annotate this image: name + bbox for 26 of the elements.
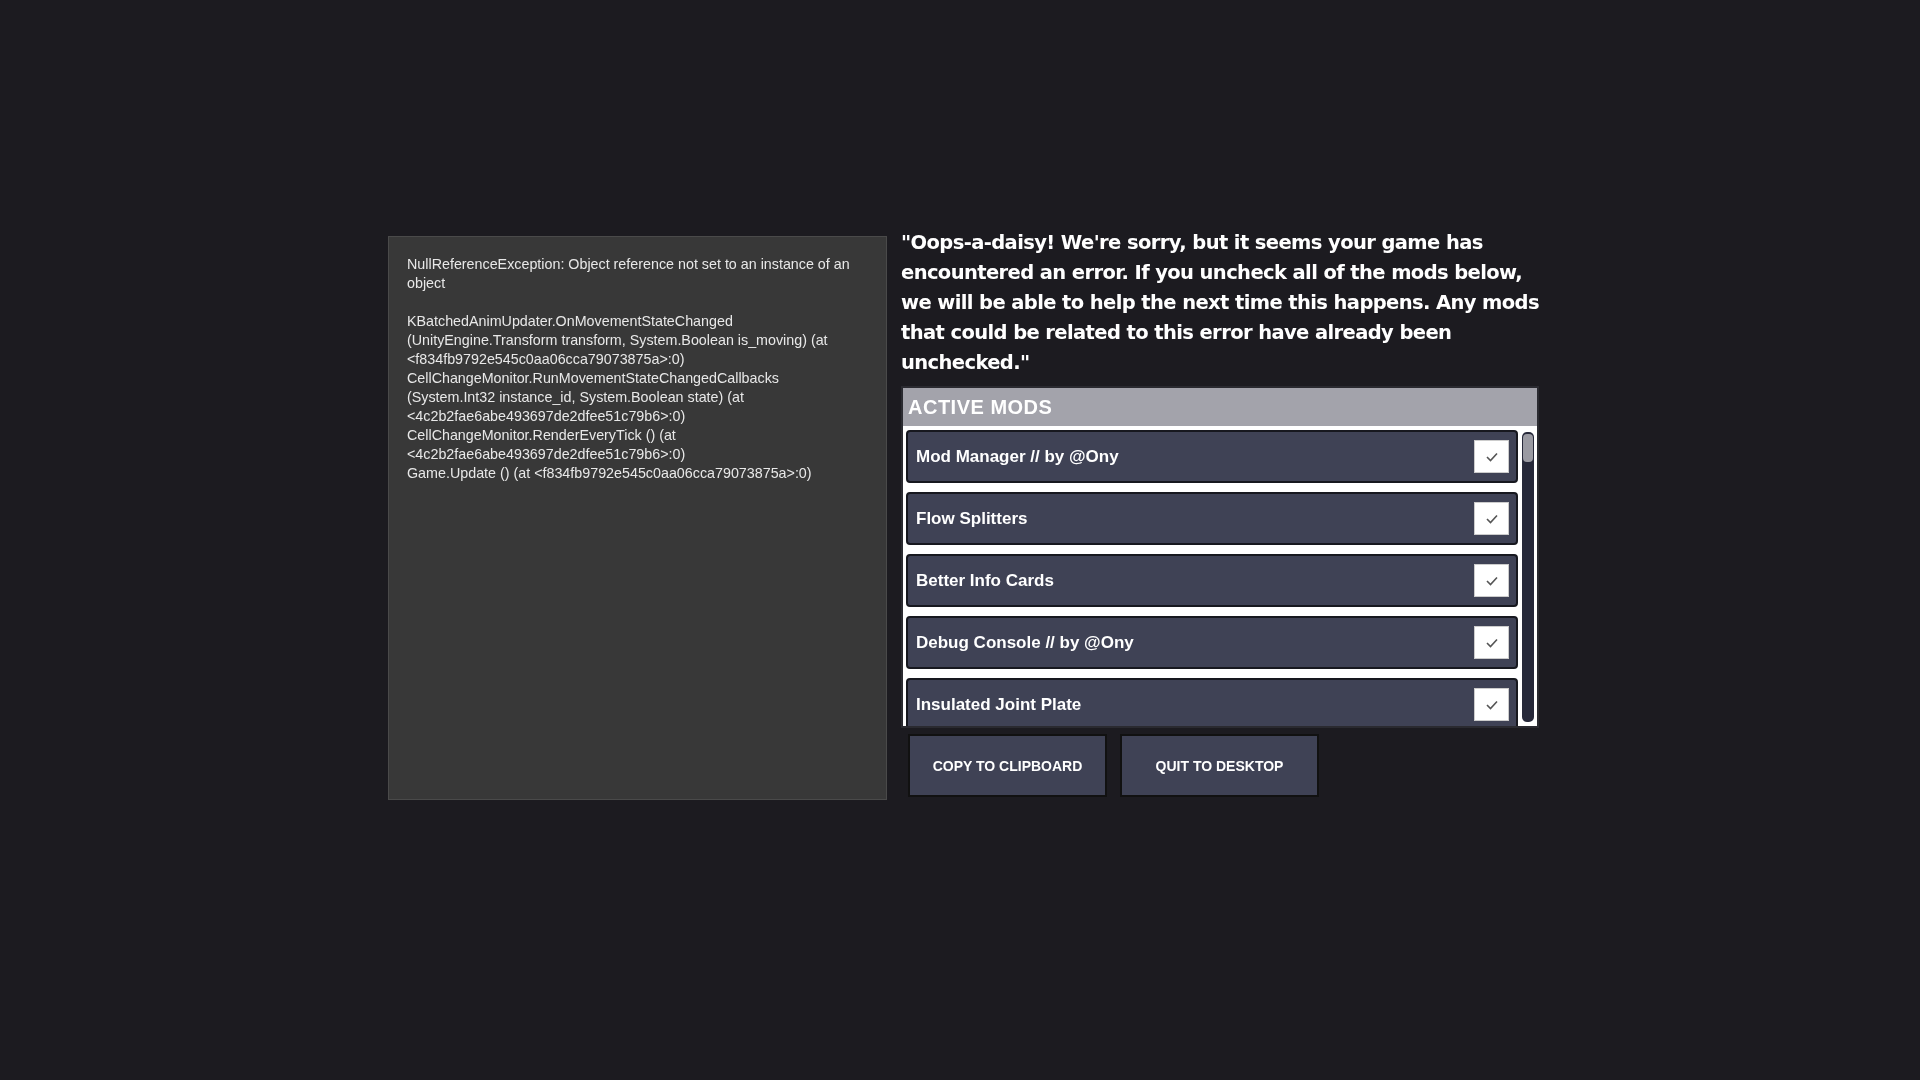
action-button[interactable]: QUIT TO DESKTOP [1120, 734, 1319, 797]
checkbox[interactable] [1474, 440, 1509, 473]
check-icon [1485, 637, 1498, 648]
panel-title: ACTIVE MODS [908, 395, 1053, 419]
scrollbar-thumb[interactable] [1523, 434, 1533, 462]
exception-message: NullReferenceException: Object reference not set to an instance of an object [407, 255, 851, 293]
check-icon [1485, 575, 1498, 586]
stack-trace-line: Game.Update () (at <f834fb9792e545c0aa06cca79073875a>:0) [407, 464, 813, 483]
check-icon [1485, 699, 1498, 710]
stack-trace-line: CellChangeMonitor.RunMovementStateChangedCallbacks (System.Int32 instance_id, System.Boolean state) (at <4c2b2fae6abe493697de2dfee51c79b6>:0) [407, 369, 780, 426]
stack-trace-line: KBatchedAnimUpdater.OnMovementStateChanged (UnityEngine.Transform transform, System.Boolean is_moving) (at <f834fb9792e545c0aa06cca79073875a>:0) [407, 312, 829, 369]
error-apology-message: "Oops-a-daisy! We're sorry, but it seems your game has encountered an error. If you uncheck all of the mods below, we will be able to help the next time this happens. Any mods that could be related to this error have already been unchecked." [901, 230, 1540, 376]
checkbox[interactable] [1474, 502, 1509, 535]
stack-trace-line: CellChangeMonitor.RenderEveryTick () (at <4c2b2fae6abe493697de2dfee51c79b6>:0) [407, 426, 687, 464]
check-icon [1485, 513, 1498, 524]
mod-row[interactable]: Insulated Joint Plate [906, 678, 1518, 726]
checkbox[interactable] [1474, 626, 1509, 659]
check-icon [1485, 451, 1498, 462]
scrollbar[interactable] [1522, 432, 1534, 722]
mod-row[interactable]: Mod Manager // by @Ony [906, 430, 1518, 483]
action-button[interactable]: COPY TO CLIPBOARD [908, 734, 1107, 797]
checkbox[interactable] [1474, 564, 1509, 597]
mod-row[interactable]: Better Info Cards [906, 554, 1518, 607]
mod-row[interactable]: Debug Console // by @Ony [906, 616, 1518, 669]
mod-row[interactable]: Flow Splitters [906, 492, 1518, 545]
checkbox[interactable] [1474, 688, 1509, 721]
